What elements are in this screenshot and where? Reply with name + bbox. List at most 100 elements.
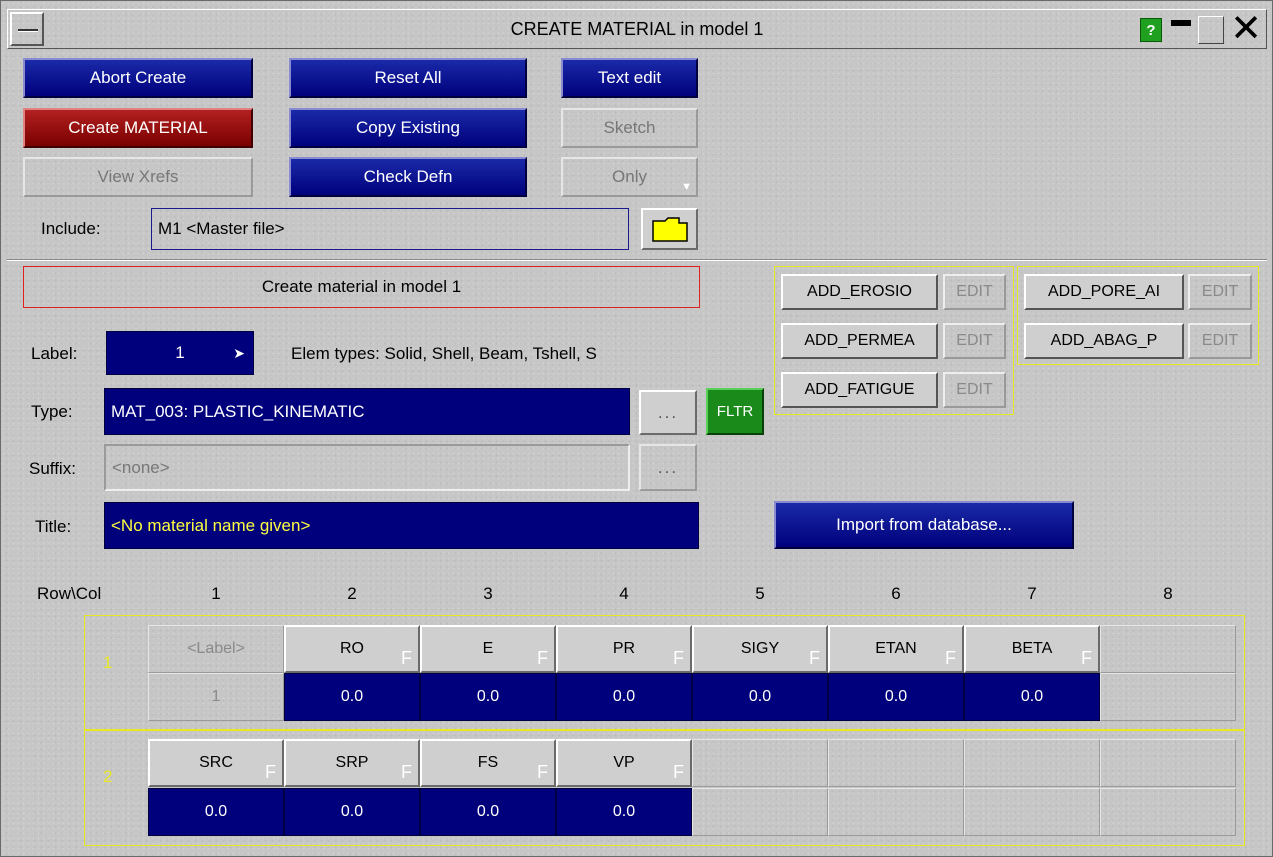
card-field-header[interactable]: SRP F — [284, 739, 420, 787]
field-flag: F — [673, 762, 684, 782]
create-material-button[interactable]: Create MATERIAL — [23, 108, 253, 148]
close-icon[interactable]: ✕ — [1230, 10, 1262, 48]
reset-all-button[interactable]: Reset All — [289, 58, 527, 98]
empty-cell — [828, 788, 964, 836]
label-field[interactable]: 1 ➤ — [106, 331, 254, 375]
card-field-header[interactable]: SRC F — [148, 739, 284, 787]
field-flag: F — [401, 648, 412, 668]
field-name: BETA — [1011, 640, 1053, 657]
suffix-field[interactable]: <none> — [104, 444, 630, 491]
type-field[interactable]: MAT_003: PLASTIC_KINEMATIC — [104, 388, 630, 435]
label-caption: Label: — [31, 344, 78, 363]
include-label: Include: — [41, 219, 101, 238]
card-field-header[interactable]: PR F — [556, 625, 692, 673]
field-flag: F — [265, 762, 276, 782]
add-erosion-edit-button[interactable]: EDIT — [943, 274, 1006, 310]
folder-button[interactable] — [641, 208, 698, 250]
field-name: RO — [340, 640, 364, 657]
card-field-value[interactable]: 0.0 — [556, 673, 692, 721]
add-fatigue-button[interactable]: ADD_FATIGUE — [781, 372, 938, 408]
add-erosion-button[interactable]: ADD_EROSIO — [781, 274, 938, 310]
add-abag-p-button[interactable]: ADD_ABAG_P — [1024, 323, 1184, 359]
field-flag: F — [401, 762, 412, 782]
include-field[interactable]: M1 <Master file> — [151, 208, 629, 250]
card-field-value[interactable]: 0.0 — [556, 788, 692, 836]
type-caption: Type: — [31, 402, 73, 421]
field-flag: F — [673, 648, 684, 668]
help-icon[interactable]: ? — [1140, 18, 1162, 42]
only-button[interactable]: Only ▼ — [561, 157, 698, 197]
card-field-value[interactable]: 0.0 — [692, 673, 828, 721]
empty-cell — [1100, 739, 1236, 787]
column-number: 6 — [891, 584, 901, 603]
card-field-value[interactable]: 0.0 — [420, 673, 556, 721]
suffix-browse-button[interactable]: ... — [639, 444, 697, 491]
dropdown-arrow-icon: ▼ — [681, 181, 692, 193]
add-pore-ai-button[interactable]: ADD_PORE_AI — [1024, 274, 1184, 310]
card-field-header[interactable]: VP F — [556, 739, 692, 787]
card-field-value[interactable]: 0.0 — [284, 673, 420, 721]
column-number: 3 — [483, 584, 493, 603]
add-abag-p-edit-button[interactable]: EDIT — [1188, 323, 1252, 359]
maximize-icon[interactable] — [1198, 16, 1224, 44]
field-flag: F — [945, 648, 956, 668]
suffix-caption: Suffix: — [29, 459, 76, 478]
section-divider — [7, 259, 1267, 261]
field-flag: F — [1081, 648, 1092, 668]
field-flag: F — [809, 648, 820, 668]
card-field-value[interactable]: 0.0 — [964, 673, 1100, 721]
add-pore-ai-edit-button[interactable]: EDIT — [1188, 274, 1252, 310]
window-title: CREATE MATERIAL in model 1 — [510, 18, 764, 39]
import-database-button[interactable]: Import from database... — [774, 501, 1074, 549]
label-value: 1 — [175, 343, 185, 362]
empty-cell — [692, 739, 828, 787]
abort-create-button[interactable]: Abort Create — [23, 58, 253, 98]
card-field-value[interactable]: 0.0 — [420, 788, 556, 836]
card-field-value[interactable]: 0.0 — [828, 673, 964, 721]
column-number: 2 — [347, 584, 357, 603]
check-defn-button[interactable]: Check Defn — [289, 157, 527, 197]
title-bar: CREATE MATERIAL in model 1 ? ✕ — [7, 9, 1267, 49]
card-field-value: 1 — [148, 673, 284, 721]
type-browse-button[interactable]: ... — [639, 390, 697, 435]
pick-arrow-icon[interactable]: ➤ — [233, 345, 245, 362]
card-field-header[interactable]: RO F — [284, 625, 420, 673]
field-name: FS — [477, 754, 499, 771]
row-number-1: 1 — [103, 653, 113, 672]
view-xrefs-button[interactable]: View Xrefs — [23, 157, 253, 197]
card-field-header[interactable]: SIGY F — [692, 625, 828, 673]
empty-cell — [964, 739, 1100, 787]
field-name: E — [482, 640, 494, 657]
field-name: ETAN — [875, 640, 917, 657]
add-permea-button[interactable]: ADD_PERMEA — [781, 323, 938, 359]
column-number: 5 — [755, 584, 765, 603]
card-field-header[interactable]: ETAN F — [828, 625, 964, 673]
field-name: SRC — [199, 754, 233, 771]
empty-cell — [828, 739, 964, 787]
card-field-value[interactable]: 0.0 — [284, 788, 420, 836]
field-name: SIGY — [740, 640, 780, 657]
card-field-header[interactable]: EF — [420, 625, 556, 673]
status-message: Create material in model 1 — [23, 266, 700, 308]
system-menu-icon[interactable] — [10, 12, 44, 46]
title-caption: Title: — [35, 517, 72, 536]
column-number: 7 — [1027, 584, 1037, 603]
empty-cell — [964, 788, 1100, 836]
add-fatigue-edit-button[interactable]: EDIT — [943, 372, 1006, 408]
empty-cell — [692, 788, 828, 836]
empty-cell — [1100, 788, 1236, 836]
card-field-value[interactable]: 0.0 — [148, 788, 284, 836]
sketch-button[interactable]: Sketch — [561, 108, 698, 148]
copy-existing-button[interactable]: Copy Existing — [289, 108, 527, 148]
card-field-header: <Label> — [148, 625, 284, 673]
filter-button[interactable]: FLTR — [706, 388, 764, 435]
text-edit-button[interactable]: Text edit — [561, 58, 698, 98]
minimize-icon[interactable] — [1168, 16, 1194, 44]
field-name: SRP — [335, 754, 369, 771]
card-field-header[interactable]: FS F — [420, 739, 556, 787]
card-field-header[interactable]: BETA F — [964, 625, 1100, 673]
elem-types-text: Elem types: Solid, Shell, Beam, Tshell, … — [291, 344, 597, 363]
column-number: 8 — [1163, 584, 1173, 603]
material-title-field[interactable]: <No material name given> — [104, 502, 699, 549]
add-permea-edit-button[interactable]: EDIT — [943, 323, 1006, 359]
